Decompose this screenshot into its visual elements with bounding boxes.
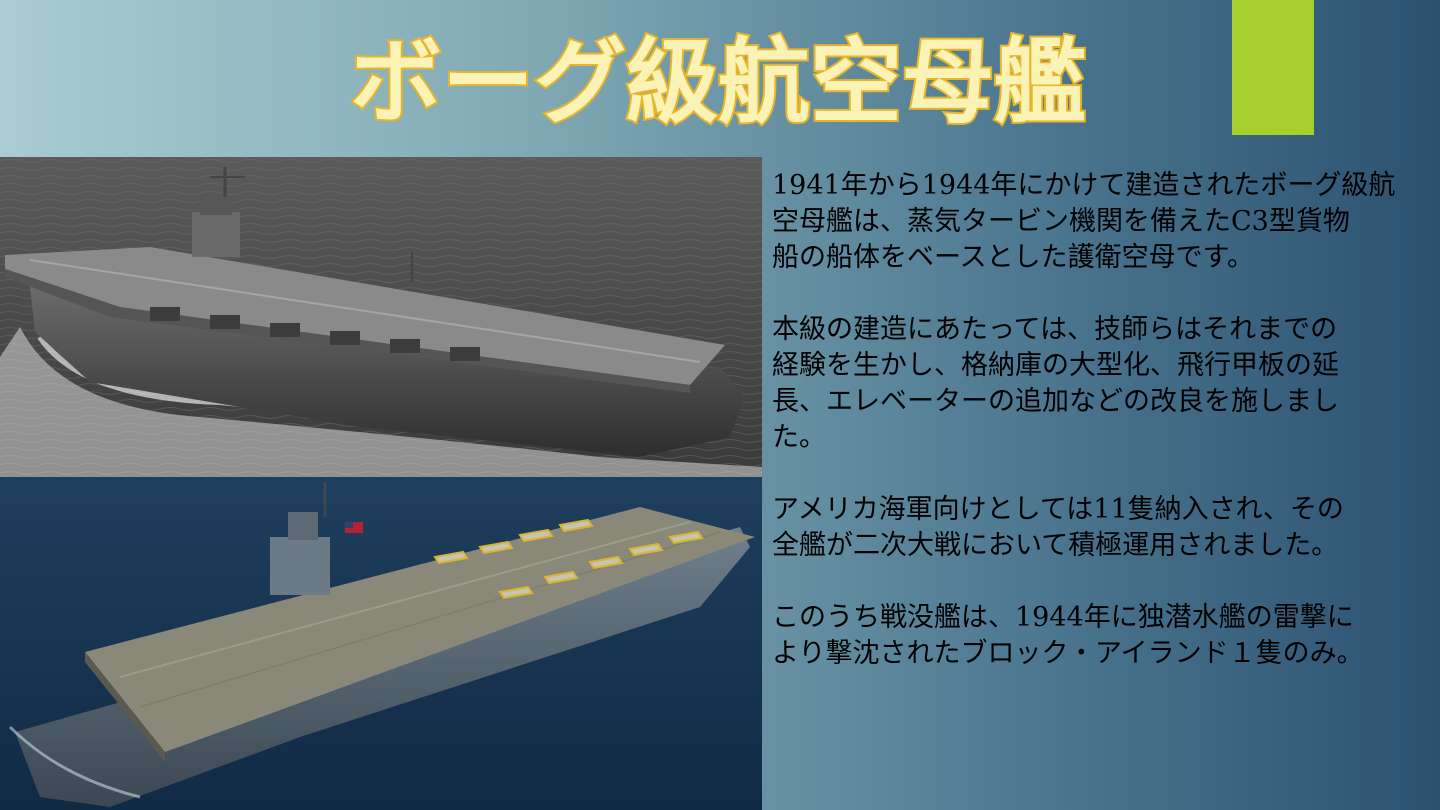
game-carrier-render <box>0 477 762 810</box>
paragraph-deployment: アメリカ海軍向けとしては11隻納入され、その 全艦が二次大戦において積極運用され… <box>772 494 1344 561</box>
slide-title-text: ボーグ級航空母艦 <box>350 29 1086 136</box>
paragraph-intro: 1941年から1944年にかけて建造されたボーグ級航 空母艦は、蒸気タービン機関… <box>772 170 1396 273</box>
slide-title: ボーグ級航空母艦 <box>0 18 1440 138</box>
historical-carrier-photo <box>0 157 762 477</box>
description-text: 1941年から1944年にかけて建造されたボーグ級航 空母艦は、蒸気タービン機関… <box>772 168 1422 708</box>
paragraph-improvements: 本級の建造にあたっては、技師らはそれまでの 経験を生かし、格納庫の大型化、飛行甲… <box>772 314 1339 453</box>
paragraph-losses: このうち戦没艦は、1944年に独潜水艦の雷撃に より撃沈されたブロック・アイラン… <box>772 602 1364 669</box>
